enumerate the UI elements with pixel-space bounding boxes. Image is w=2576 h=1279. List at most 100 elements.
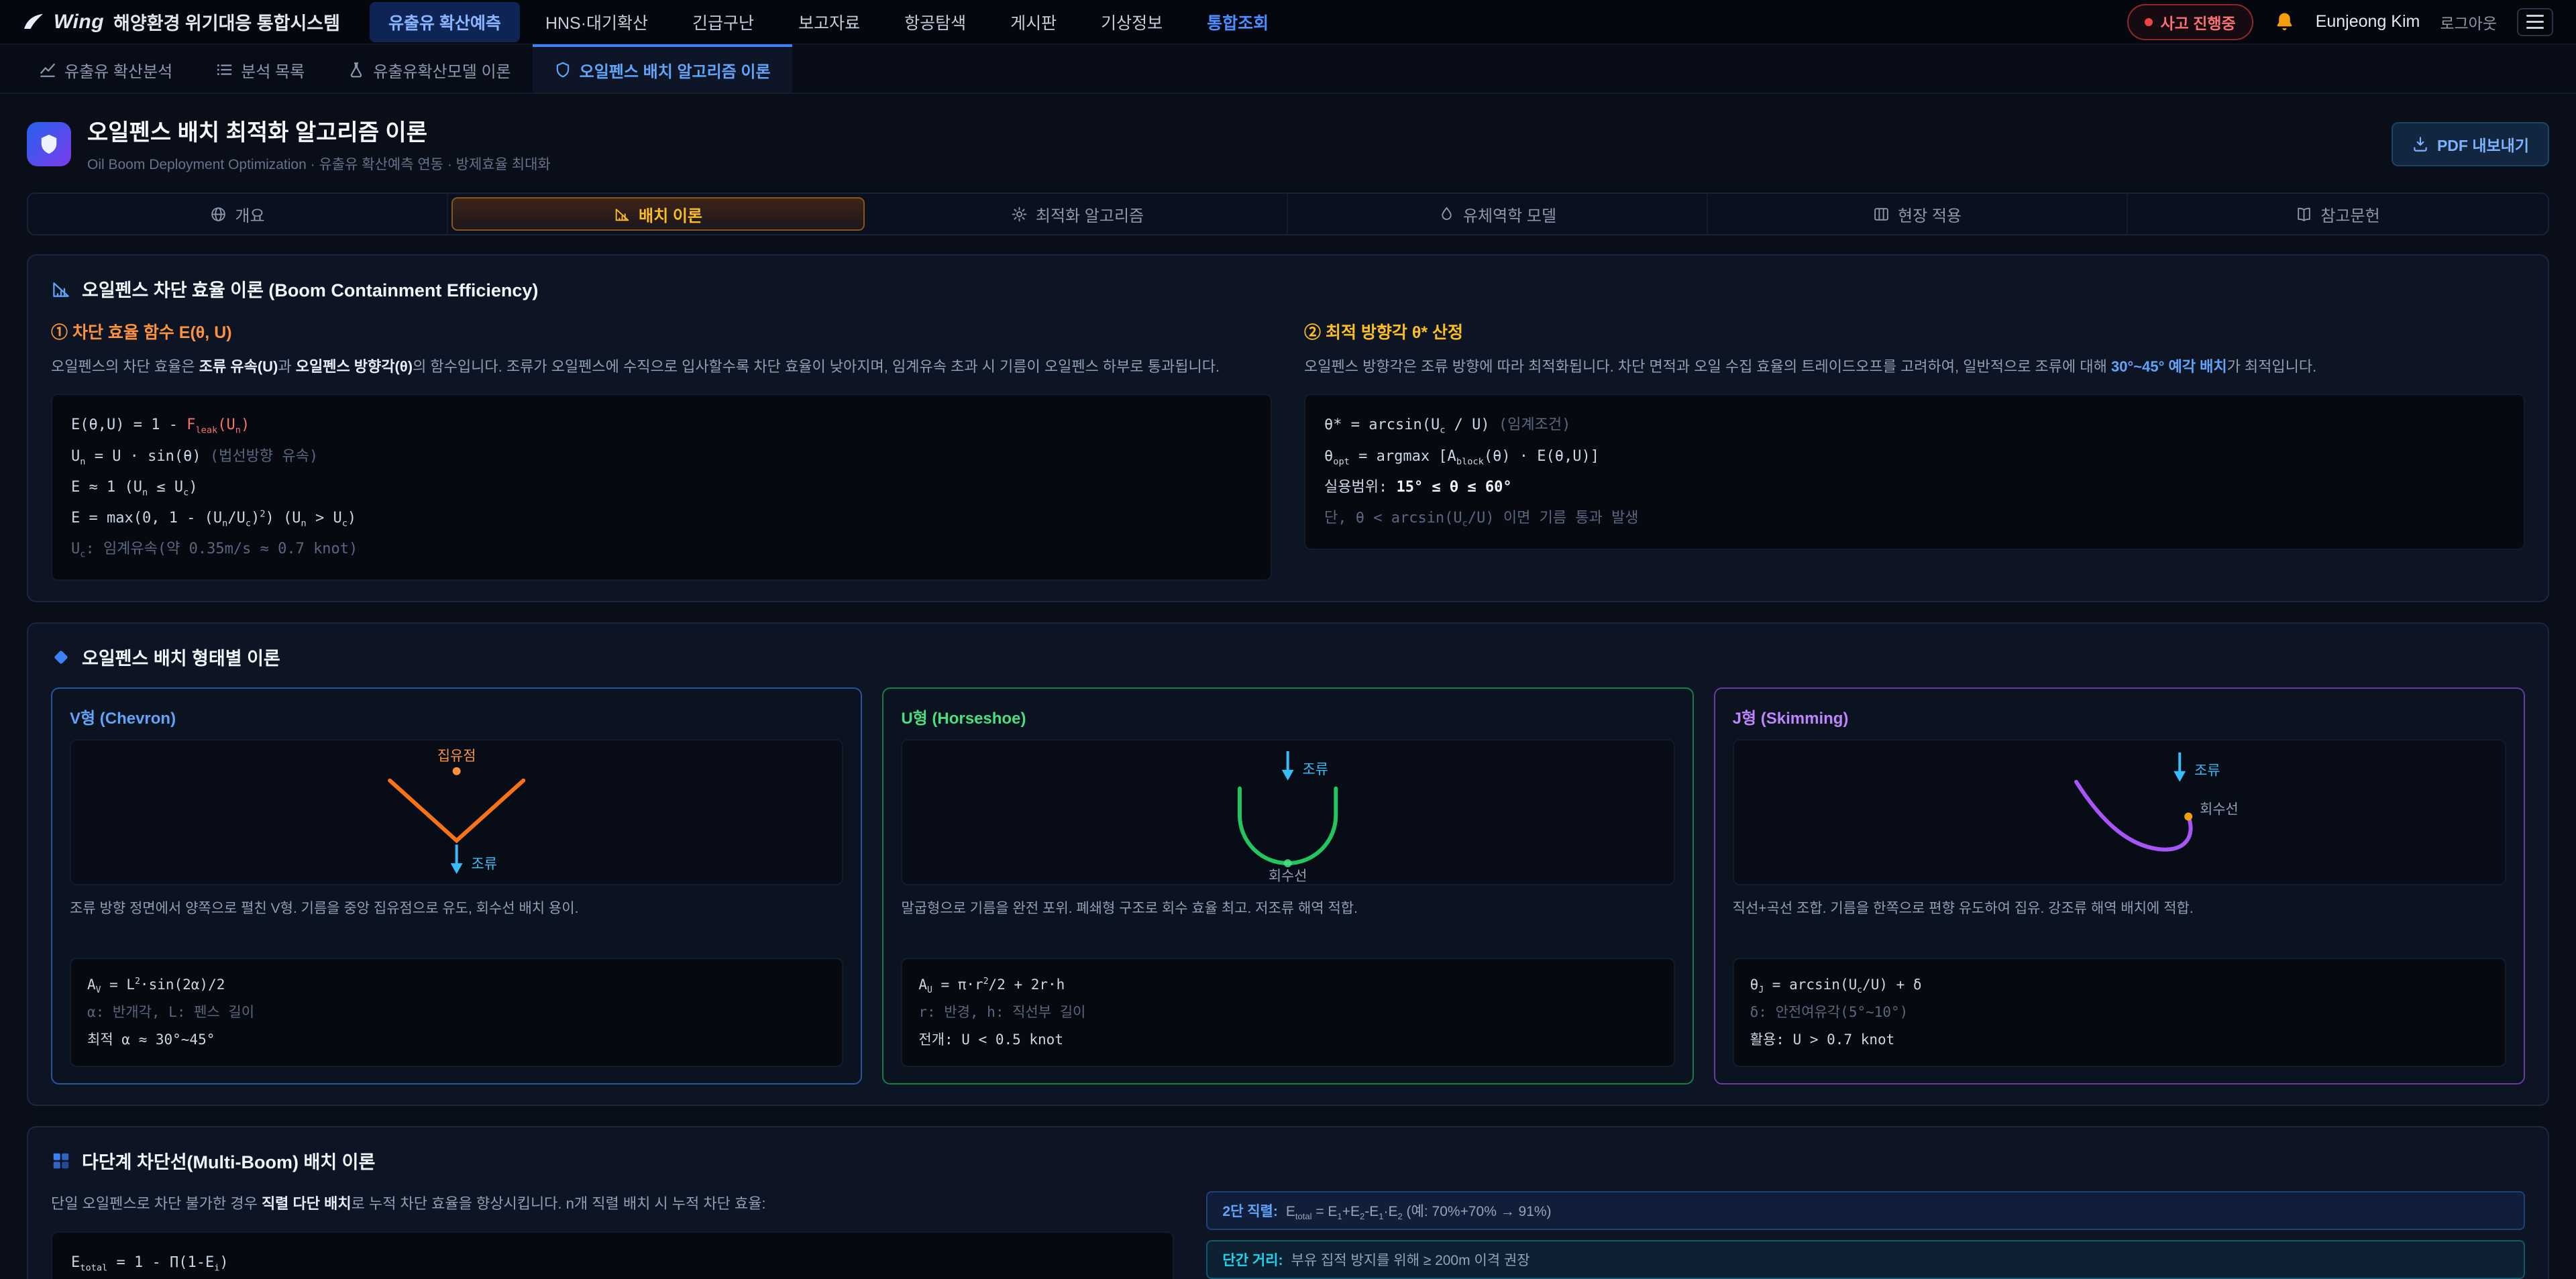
download-icon [2412,135,2429,153]
formula-line: θopt = argmax [Ablock(θ) · E(θ,U)] [1324,441,2505,472]
containment-efficiency-section: 오일펜스 차단 효율 이론 (Boom Containment Efficien… [27,254,2549,602]
current-arrowhead [2174,771,2186,782]
boom-card-caption: 말굽형으로 기름을 완전 포위. 폐쇄형 구조로 회수 효율 최고. 저조류 해… [901,897,1674,947]
section-title: 오일펜스 차단 효율 이론 (Boom Containment Efficien… [82,276,538,302]
tab-label: 유출유확산모델 이론 [373,58,511,82]
note-text: 부유 집적 방지를 위해 ≥ 200m 이격 권장 [1291,1249,1530,1270]
theory-tab-bar: 개요 배치 이론 최적화 알고리즘 유체역학 모델 현장 적용 참고문헌 [27,192,2549,235]
formula-line: E = max(0, 1 - (Un/Uc)2) (Un > Uc) [71,503,1252,534]
gear-icon [1011,206,1028,223]
formula-line: 최적 α ≈ 30°~45° [87,1026,826,1054]
triangle-ruler-icon [51,279,71,299]
optimal-angle-paragraph: 오일펜스 방향각은 조류 방향에 따라 최적화됩니다. 차단 면적과 오일 수집… [1304,354,2525,379]
nav-item-board[interactable]: 게시판 [991,2,1075,42]
multiboom-formula-block: Etotal = 1 - Π(1-Ei) Ei: i번째 오일펜스 단독 차단효… [51,1231,1174,1279]
red-dot-icon [2145,18,2153,26]
theory-tab-label: 개요 [235,203,264,226]
nav-item-hns-air-diffusion[interactable]: HNS·대기확산 [527,2,667,42]
recovery-label: 회수선 [1269,869,1307,884]
formula-line: θ* = arcsin(Uc / U) (임계조건) [1324,410,2505,441]
section-title: 다단계 차단선(Multi-Boom) 배치 이론 [82,1148,375,1174]
u-boom-diagram: 조류 회수선 [901,739,1674,885]
incident-badge-label: 사고 진행중 [2161,11,2236,34]
optimal-angle-formula-block: θ* = arcsin(Uc / U) (임계조건) θopt = argmax… [1304,394,2525,550]
user-name: Eunjeong Kim [2316,12,2420,32]
recovery-dot [2184,813,2192,821]
boom-card-v-type: V형 (Chevron) 집유점 조류 조류 방향 정면에서 양쪽으로 펼친 V… [51,687,862,1085]
v-boom-diagram: 집유점 조류 [70,739,843,885]
formula-line: 활용: U > 0.7 knot [1750,1026,2489,1054]
wing-logo-icon [23,11,44,33]
nav-item-oil-spill-prediction[interactable]: 유출유 확산예측 [370,2,520,42]
nav-item-integrated-search[interactable]: 통합조회 [1188,2,1287,42]
theory-tab-optimization[interactable]: 최적화 알고리즘 [868,194,1288,234]
theory-tab-label: 최적화 알고리즘 [1036,203,1144,226]
page-title-block: 오일펜스 배치 최적화 알고리즘 이론 Oil Boom Deployment … [87,114,551,174]
formula-line: Uc: 임계유속(약 0.35m/s ≈ 0.7 knot) [71,534,1252,565]
section-heading: 다단계 차단선(Multi-Boom) 배치 이론 [51,1148,2525,1174]
pdf-export-label: PDF 내보내기 [2437,133,2529,156]
theory-tab-field-application[interactable]: 현장 적용 [1708,194,2128,234]
section-title: 오일펜스 배치 형태별 이론 [82,644,280,670]
j-boom-formula-block: θJ = arcsin(Uc/U) + δ δ: 안전여유각(5°~10°) 활… [1733,958,2506,1067]
multiboom-formula-column: 단일 오일펜스로 차단 불가한 경우 직렬 다단 배치로 누적 차단 효율을 향… [51,1191,1174,1279]
ruler-icon [614,206,631,223]
tab-label: 분석 목록 [241,58,305,82]
globe-icon [210,206,227,223]
chart-icon [39,61,56,78]
multiboom-columns: 단일 오일펜스로 차단 불가한 경우 직렬 다단 배치로 누적 차단 효율을 향… [51,1191,2525,1279]
tab-diffusion-model-theory[interactable]: 유출유확산모델 이론 [326,44,532,93]
tab-analysis-list[interactable]: 분석 목록 [194,44,326,93]
collection-point-dot [453,767,461,775]
nav-item-aerial-search[interactable]: 항공탐색 [885,2,985,42]
theory-tab-label: 현장 적용 [1898,203,1962,226]
note-series-two-stage: 2단 직렬: Etotal = E1+E2-E1·E2 (예: 70%+70% … [1206,1191,2525,1230]
theory-tab-label: 참고문헌 [2320,203,2379,226]
current-arrowhead [451,863,463,874]
hamburger-menu-button[interactable] [2517,8,2553,36]
nav-item-weather-info[interactable]: 기상정보 [1082,2,1181,42]
diamond-icon [51,647,71,667]
tab-boom-algorithm-theory[interactable]: 오일펜스 배치 알고리즘 이론 [533,44,792,93]
formula-line: Un = U · sin(θ) (법선방향 유속) [71,441,1252,472]
page-shield-icon [27,122,71,166]
tab-label: 유출유 확산분석 [64,58,172,82]
j-boom-diagram: 조류 회수선 [1733,739,2506,885]
formula-line: θJ = arcsin(Uc/U) + δ [1750,971,2489,999]
incident-status-badge[interactable]: 사고 진행중 [2127,4,2253,40]
boom-card-j-type: J형 (Skimming) 조류 회수선 직선+곡선 조합. 기름을 한쪽으로 … [1714,687,2525,1085]
tab-spill-diffusion-analysis[interactable]: 유출유 확산분석 [17,44,194,93]
theory-tab-overview[interactable]: 개요 [28,194,448,234]
bell-icon[interactable] [2273,11,2296,33]
boom-card-title: U형 (Horseshoe) [901,705,1674,728]
j-boom-shape [2076,782,2191,850]
multiboom-section: 다단계 차단선(Multi-Boom) 배치 이론 단일 오일펜스로 차단 불가… [27,1126,2549,1279]
collection-point-label: 집유점 [437,748,476,764]
nav-item-emergency-rescue[interactable]: 긴급구난 [674,2,773,42]
theory-tab-label: 유체역학 모델 [1463,203,1556,226]
note-text: Etotal = E1+E2-E1·E2 (예: 70%+70% → 91%) [1286,1201,1552,1221]
nav-item-reports[interactable]: 보고자료 [780,2,879,42]
logo-text: Wing [54,11,104,34]
theory-tab-hydrodynamics[interactable]: 유체역학 모델 [1288,194,1708,234]
boom-card-title: J형 (Skimming) [1733,705,2506,728]
page-subtitle: Oil Boom Deployment Optimization · 유출유 확… [87,154,551,174]
formula-line: δ: 안전여유각(5°~10°) [1750,999,2489,1026]
formula-line: 실용범위: 15° ≤ θ ≤ 60° [1324,472,2505,503]
logout-button[interactable]: 로그아웃 [2440,11,2497,34]
list-icon [215,61,233,78]
tab-label: 오일펜스 배치 알고리즘 이론 [580,58,771,82]
brand[interactable]: Wing 해양환경 위기대응 통합시스템 [23,9,340,35]
current-label: 조류 [2194,763,2220,779]
droplet-icon [1438,206,1455,223]
boom-card-caption: 직선+곡선 조합. 기름을 한쪽으로 편향 유도하여 집유. 강조류 해역 배치… [1733,897,2506,947]
current-label: 조류 [1303,762,1328,777]
note-spacing: 단간 거리: 부유 집적 방지를 위해 ≥ 200m 이격 권장 [1206,1240,2525,1279]
boom-card-caption: 조류 방향 정면에서 양쪽으로 펼친 V형. 기름을 중앙 집유점으로 유도, … [70,897,843,947]
pdf-export-button[interactable]: PDF 내보내기 [2392,122,2549,166]
theory-tab-deployment[interactable]: 배치 이론 [451,197,865,231]
current-label: 조류 [472,856,497,872]
theory-tab-references[interactable]: 참고문헌 [2128,194,2548,234]
book-icon [2296,206,2312,223]
formula-line: 단, θ < arcsin(Uc/U) 이면 기름 통과 발생 [1324,503,2505,534]
